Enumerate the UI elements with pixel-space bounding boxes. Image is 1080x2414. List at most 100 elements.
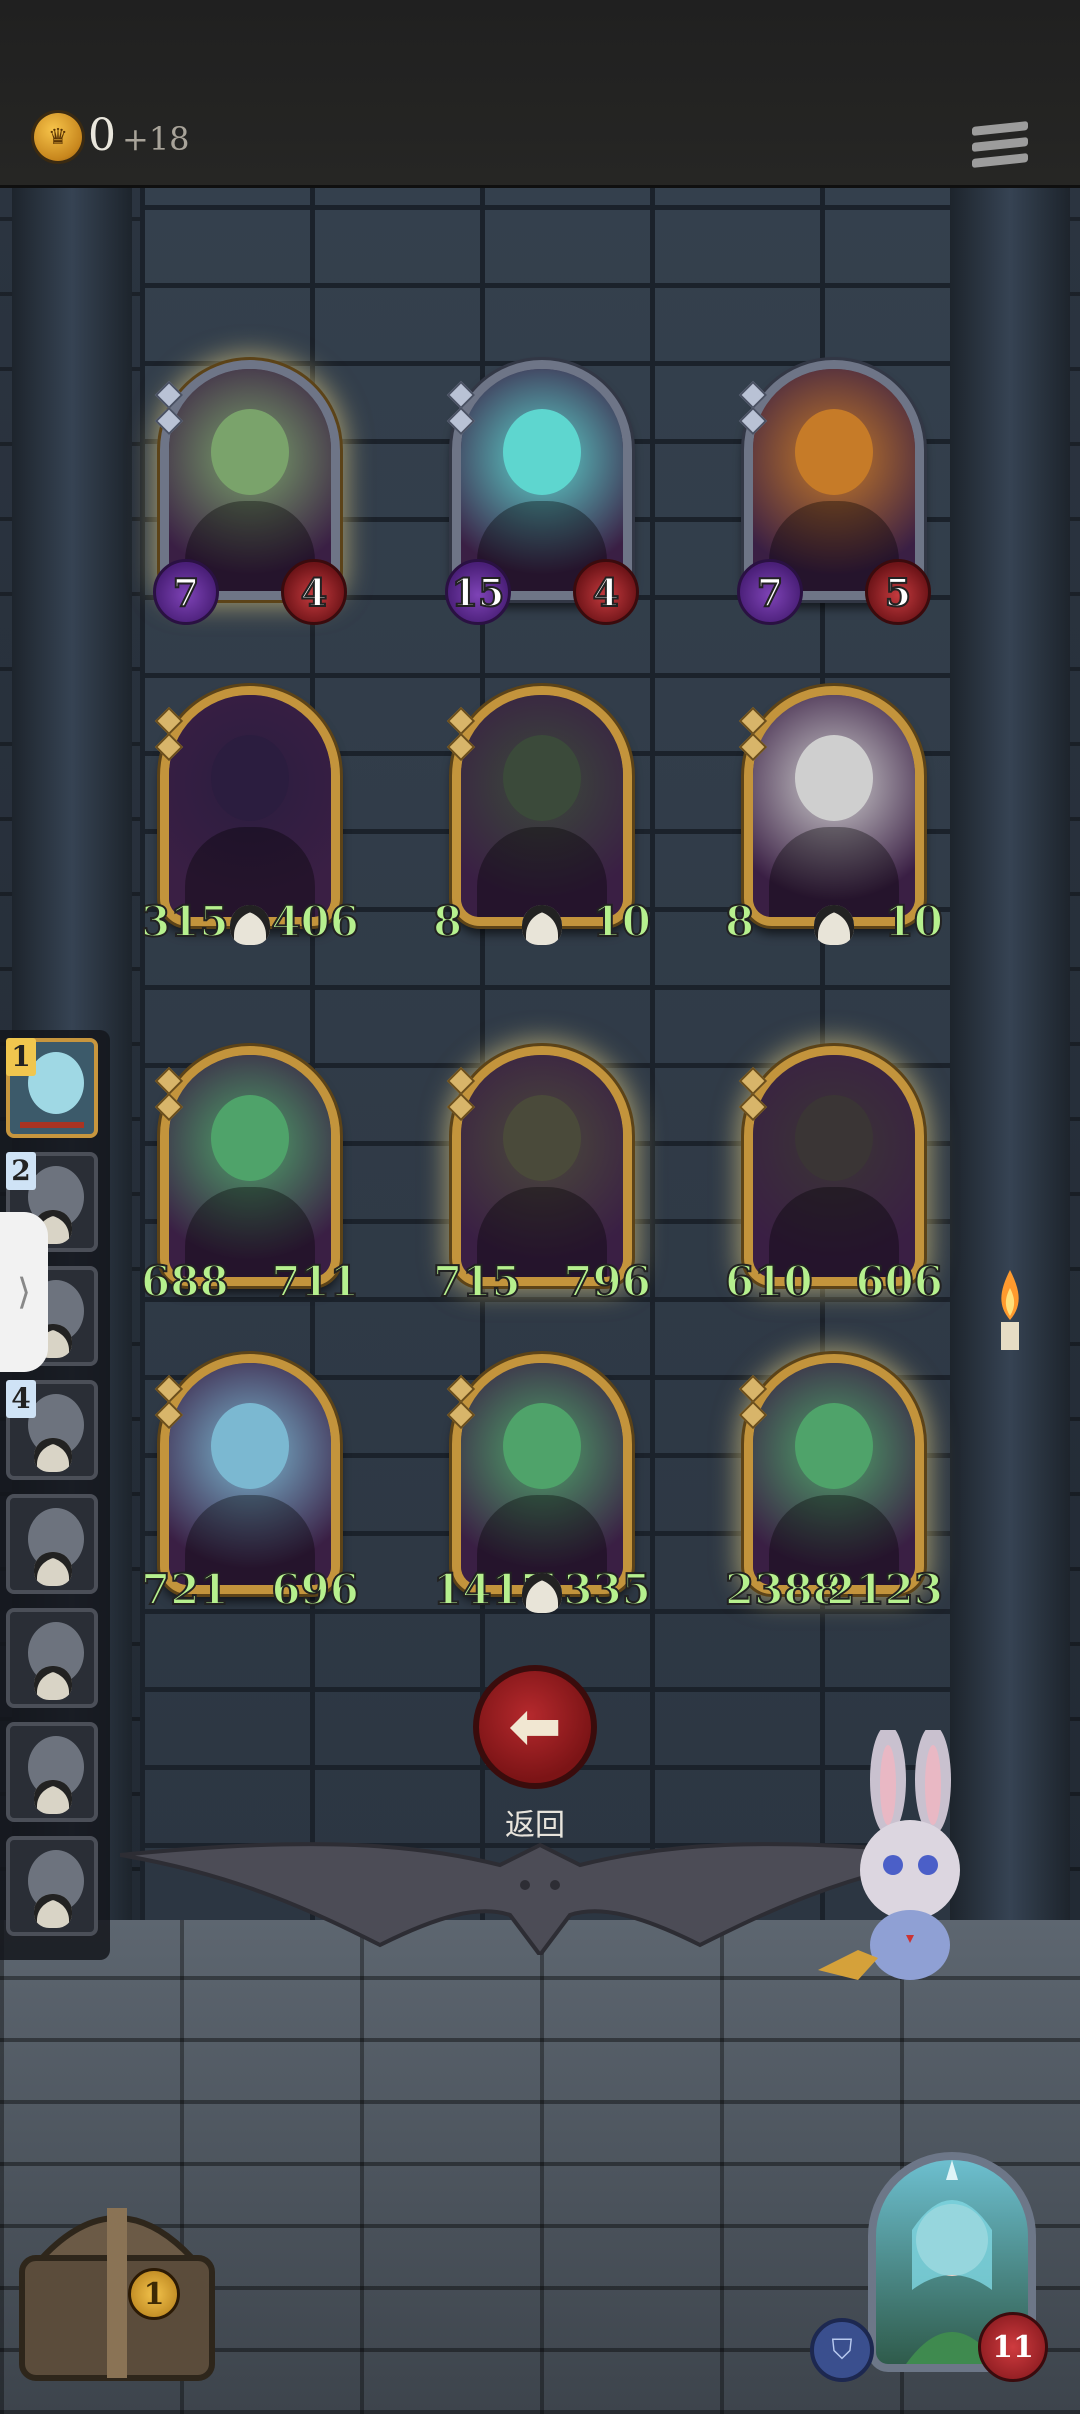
right-pillar	[950, 186, 1070, 1926]
card-tier-pips	[154, 705, 184, 763]
card-tier-pips	[446, 379, 476, 437]
skull-icon	[34, 1438, 72, 1472]
drawer-toggle-chevron-icon[interactable]: ⟩	[0, 1212, 48, 1372]
board-card[interactable]: 715 796	[432, 1046, 652, 1307]
card-character	[503, 1095, 581, 1181]
card-art	[753, 369, 915, 591]
card-health: 796	[562, 1256, 652, 1307]
card-health: 4	[281, 559, 347, 625]
card-character	[795, 735, 873, 821]
hero-health: 11	[978, 2312, 1048, 2382]
skull-icon	[34, 1552, 72, 1586]
board-card[interactable]: 74	[153, 360, 347, 625]
card-health: 4	[573, 559, 639, 625]
card-health: 406	[270, 896, 360, 947]
card-character	[503, 1403, 581, 1489]
board-card[interactable]: 688 711	[140, 1046, 360, 1307]
chest-count-badge: 1	[128, 2268, 180, 2320]
card-attack: 7	[153, 559, 219, 625]
card-character	[503, 409, 581, 495]
card-attack: 8	[724, 896, 755, 947]
card-tier-pips	[154, 1373, 184, 1431]
treasure-chest-icon[interactable]	[12, 2168, 222, 2388]
opponent-rank: 4	[6, 1380, 36, 1418]
card-character-body	[769, 827, 899, 917]
card-tier-pips	[738, 379, 768, 437]
card-character	[795, 409, 873, 495]
card-art	[169, 695, 331, 917]
board-card[interactable]: 315 406	[140, 686, 360, 947]
gold-income: +18	[122, 120, 190, 158]
skull-icon	[34, 1894, 72, 1928]
card-character	[795, 1403, 873, 1489]
card-tier-pips	[738, 1373, 768, 1431]
card-art	[461, 1363, 623, 1585]
board-card[interactable]: 2388 2123	[724, 1354, 944, 1615]
card-tier-pips	[738, 705, 768, 763]
opponent-slot[interactable]	[6, 1836, 98, 1936]
armor-shield-icon: ⛉	[810, 2318, 874, 2382]
card-tier-pips	[738, 1065, 768, 1123]
skull-icon	[34, 1780, 72, 1814]
card-tier-pips	[446, 1065, 476, 1123]
card-character	[211, 1403, 289, 1489]
card-attack: 315	[140, 896, 230, 947]
opponent-slot[interactable]: 1	[6, 1038, 98, 1138]
skull-icon	[814, 905, 854, 945]
card-character	[795, 1095, 873, 1181]
card-art	[169, 369, 331, 591]
card-health: 10	[884, 896, 944, 947]
card-art	[753, 1363, 915, 1585]
card-attack: 610	[724, 1256, 814, 1307]
card-attack: 15	[445, 559, 511, 625]
card-art	[461, 695, 623, 917]
card-character	[503, 735, 581, 821]
card-tier-pips	[154, 379, 184, 437]
board-card[interactable]: 1417 1335	[432, 1354, 652, 1615]
opponent-avatar	[28, 1052, 84, 1114]
board-card[interactable]: 8 10	[432, 686, 652, 947]
skull-icon	[34, 1666, 72, 1700]
opponent-rank: 1	[6, 1038, 36, 1076]
board-card[interactable]: 610 606	[724, 1046, 944, 1307]
opponent-slot[interactable]: 4	[6, 1380, 98, 1480]
card-character	[211, 735, 289, 821]
back-button[interactable]: ⬅	[473, 1665, 597, 1789]
skull-icon	[522, 1573, 562, 1613]
board-card[interactable]: 15 4	[445, 360, 639, 625]
menu-icon[interactable]	[972, 121, 1028, 174]
card-health: 5	[865, 559, 931, 625]
card-character	[211, 409, 289, 495]
opponent-list: 1 2 4	[0, 1030, 110, 1960]
card-health: 696	[270, 1564, 360, 1615]
opponent-slot[interactable]	[6, 1608, 98, 1708]
card-art	[169, 1363, 331, 1585]
back-button-label: 返回	[505, 1808, 565, 1843]
card-health: 606	[854, 1256, 944, 1307]
card-tier-pips	[154, 1065, 184, 1123]
opponent-slot[interactable]	[6, 1494, 98, 1594]
card-art	[753, 695, 915, 917]
opponent-rank: 2	[6, 1152, 36, 1190]
opponent-slot[interactable]	[6, 1722, 98, 1822]
card-art	[461, 369, 623, 591]
gold-amount: 0	[88, 110, 116, 161]
card-health: 2123	[825, 1564, 944, 1615]
card-art	[461, 1055, 623, 1277]
board-card[interactable]: 75	[737, 360, 931, 625]
opponent-health-bar	[20, 1122, 84, 1128]
card-attack: 721	[140, 1564, 230, 1615]
card-art	[169, 1055, 331, 1277]
card-attack: 688	[140, 1256, 230, 1307]
card-health: 711	[270, 1256, 360, 1307]
top-bar: ♛ 0 +18	[0, 0, 1080, 188]
board-card[interactable]: 721 696	[140, 1354, 360, 1615]
card-health: 10	[592, 896, 652, 947]
torch-flame-icon	[1001, 1270, 1019, 1350]
card-art	[753, 1055, 915, 1277]
board-card[interactable]: 8 10	[724, 686, 944, 947]
card-tier-pips	[446, 1373, 476, 1431]
skull-icon	[522, 905, 562, 945]
bunny-mascot-icon	[818, 1730, 960, 1980]
card-attack: 8	[432, 896, 463, 947]
